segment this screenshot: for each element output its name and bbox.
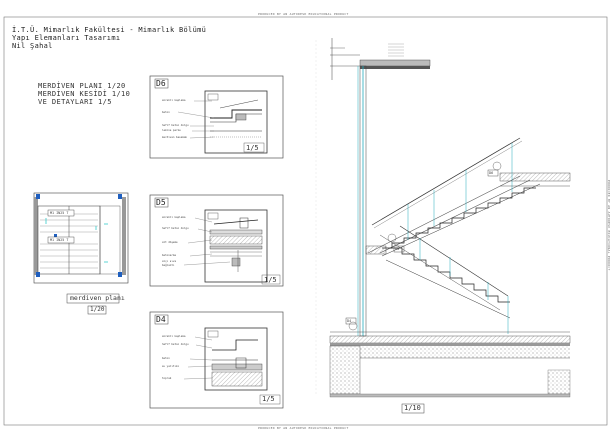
detail-d6-note: sürekli kaplama — [162, 99, 186, 102]
detail-d5-note: bağlantı — [162, 264, 175, 267]
plan-title-line-3: VE DETAYLARI 1/5 — [38, 98, 112, 106]
section-tag-d6: D6 — [489, 171, 494, 175]
detail-d4-scale: 1/5 — [262, 395, 275, 403]
detail-d5-note: alt döşeme — [162, 241, 178, 244]
header-line-2: Yapı Elemanları Tasarımı — [12, 34, 121, 42]
plan-title-line-1: MERDİVEN PLANI 1/20 — [38, 82, 126, 90]
detail-d5-note: sürekli kaplama — [162, 216, 186, 219]
detail-d4-label: D4 — [156, 315, 166, 324]
lower-flight — [365, 225, 511, 334]
drawing-canvas — [3, 16, 608, 426]
detail-d5-label: D5 — [156, 198, 166, 207]
plan-tag-1: M1 IN25 T — [50, 211, 69, 215]
detail-d6-note: merdiven basamak — [162, 136, 187, 139]
detail-d4-note: su yalıtımı — [162, 365, 180, 368]
sheet-border — [3, 16, 608, 426]
section-scale: 1/10 — [404, 404, 421, 412]
plan-tag-2: M1 IN25 T — [50, 238, 69, 242]
detail-d4-note: hafif beton dolgu — [162, 343, 189, 346]
detail-d6-frame — [149, 75, 284, 159]
plan-caption: merdiven planı — [70, 294, 125, 302]
detail-d6-note: hafif beton dolgu — [162, 124, 189, 127]
edu-stamp-top: PRODUCED BY AN AUTODESK EDUCATIONAL PROD… — [258, 12, 349, 16]
edu-stamp-right: PRODUCED BY AN AUTODESK EDUCATIONAL PROD… — [607, 180, 611, 271]
plan-title-line-2: MERDİVEN KESİDİ 1/10 — [38, 90, 131, 98]
detail-d6-note: beton — [162, 111, 170, 114]
upper-flight — [367, 137, 571, 257]
section-tag-d5: D5 — [395, 247, 400, 251]
section-tag-d4: D4 — [347, 319, 352, 323]
header-line-3: Nil Şahal — [12, 42, 53, 50]
detail-d5-note: betonarme — [162, 254, 177, 257]
drawing-sheet: PRODUCED BY AN AUTODESK EDUCATIONAL PROD… — [0, 0, 615, 435]
plan-scale: 1/20 — [90, 306, 105, 313]
detail-d5-note: hafif beton dolgu — [162, 227, 189, 230]
detail-d5-note: alçı sıva — [162, 260, 177, 263]
detail-d4-frame — [149, 311, 284, 409]
stair-section — [315, 38, 571, 414]
detail-d6-note: lamine parke — [162, 129, 181, 132]
detail-d4-note: beton — [162, 357, 170, 360]
edu-stamp-bottom: PRODUCED BY AN AUTODESK EDUCATIONAL PROD… — [258, 426, 349, 430]
detail-d6-label: D6 — [156, 79, 166, 88]
detail-d6-scale: 1/5 — [246, 144, 259, 152]
detail-d5-scale: 1/5 — [264, 276, 277, 284]
detail-d4-note: sürekli kaplama — [162, 335, 186, 338]
detail-d4-note: toprak — [162, 377, 172, 380]
header-line-1: İ.T.Ü. Mimarlık Fakültesi - Mimarlık Böl… — [12, 26, 207, 34]
